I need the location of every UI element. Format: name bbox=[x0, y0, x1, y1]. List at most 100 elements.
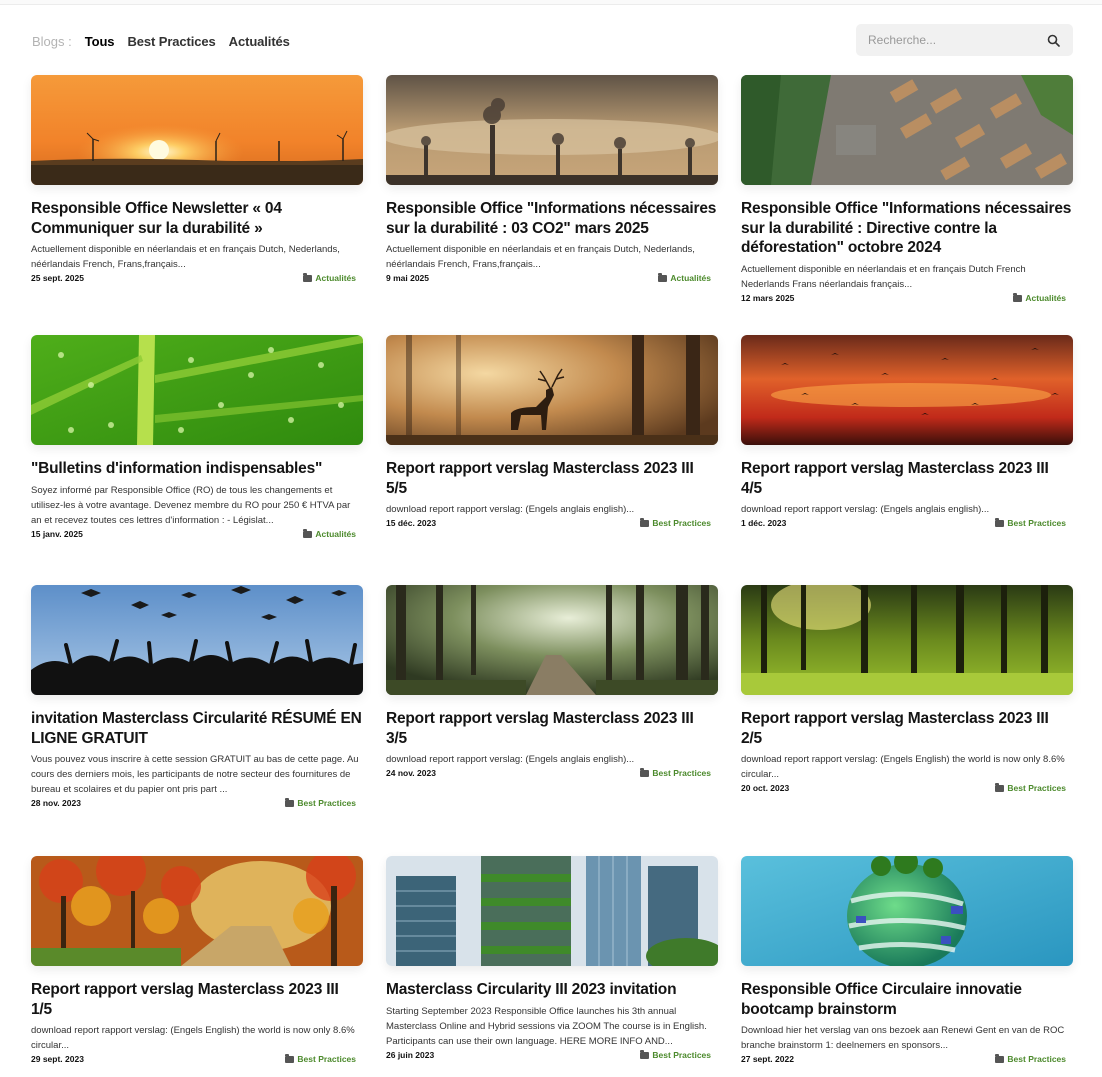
post-meta: 25 sept. 2025 Actualités bbox=[31, 273, 363, 283]
post-excerpt: Starting September 2023 Responsible Offi… bbox=[386, 1005, 707, 1047]
post-excerpt: download report rapport verslag: (Engels… bbox=[386, 754, 635, 765]
post-date: 20 oct. 2023 bbox=[741, 783, 790, 793]
post-meta: 28 nov. 2023 Best Practices bbox=[31, 798, 363, 808]
post-excerpt: download report rapport verslag: (Engels… bbox=[386, 504, 635, 515]
post-category-link[interactable]: Actualités bbox=[1013, 292, 1066, 303]
filter-news[interactable]: Actualités bbox=[229, 34, 290, 49]
post-meta: 12 mars 2025 Actualités bbox=[741, 292, 1073, 303]
post-card[interactable]: Report rapport verslag Masterclass 2023 … bbox=[386, 585, 718, 778]
post-title[interactable]: Responsible Office "Informations nécessa… bbox=[386, 199, 718, 238]
post-date: 28 nov. 2023 bbox=[31, 798, 81, 808]
post-title[interactable]: Masterclass Circularity III 2023 invitat… bbox=[386, 980, 718, 1000]
search-box bbox=[856, 24, 1073, 56]
post-excerpt: download report rapport verslag: (Engels… bbox=[31, 1025, 355, 1051]
post-meta: 24 nov. 2023 Best Practices bbox=[386, 768, 718, 778]
post-date: 26 juin 2023 bbox=[386, 1049, 435, 1060]
post-thumbnail-smoke-stacks[interactable] bbox=[386, 75, 718, 185]
post-title[interactable]: Report rapport verslag Masterclass 2023 … bbox=[386, 459, 718, 498]
post-title[interactable]: invitation Masterclass Circularité RÉSUM… bbox=[31, 709, 363, 748]
post-card[interactable]: Report rapport verslag Masterclass 2023 … bbox=[741, 585, 1073, 793]
post-date: 15 janv. 2025 bbox=[31, 528, 83, 539]
post-date: 27 sept. 2022 bbox=[741, 1054, 794, 1064]
post-card[interactable]: Responsible Office "Informations nécessa… bbox=[386, 75, 718, 283]
post-thumbnail-logging-aerial[interactable] bbox=[741, 75, 1073, 185]
post-meta: 9 mai 2025 Actualités bbox=[386, 273, 718, 283]
folder-icon bbox=[285, 798, 295, 807]
post-category-link[interactable]: Best Practices bbox=[995, 783, 1066, 793]
post-category-label: Best Practices bbox=[1007, 783, 1066, 793]
post-thumbnail-green-leaf[interactable] bbox=[31, 335, 363, 445]
post-category-link[interactable]: Best Practices bbox=[995, 518, 1066, 528]
post-card[interactable]: Masterclass Circularity III 2023 invitat… bbox=[386, 856, 718, 1060]
post-card[interactable]: Responsible Office "Informations nécessa… bbox=[741, 75, 1073, 303]
post-category-label: Best Practices bbox=[1007, 1054, 1066, 1064]
post-title[interactable]: "Bulletins d'information indispensables" bbox=[31, 459, 363, 479]
post-category-link[interactable]: Best Practices bbox=[640, 1049, 711, 1060]
folder-icon bbox=[303, 528, 313, 538]
post-category-link[interactable]: Actualités bbox=[303, 273, 356, 283]
folder-icon bbox=[1013, 292, 1023, 302]
post-excerpt: Soyez informé par Responsible Office (RO… bbox=[31, 484, 351, 526]
post-excerpt: Actuellement disponible en néerlandais e… bbox=[31, 244, 340, 270]
post-category-label: Actualités bbox=[1025, 292, 1066, 303]
post-thumbnail-green-globe[interactable] bbox=[741, 856, 1073, 966]
post-excerpt: Vous pouvez vous inscrire à cette sessio… bbox=[31, 754, 359, 795]
post-date: 15 déc. 2023 bbox=[386, 518, 437, 528]
post-category-link[interactable]: Actualités bbox=[303, 528, 356, 539]
post-thumbnail-autumn-forest[interactable] bbox=[31, 856, 363, 966]
top-border bbox=[0, 0, 1102, 5]
post-meta: 29 sept. 2023 Best Practices bbox=[31, 1054, 363, 1064]
post-title[interactable]: Responsible Office Newsletter « 04 Commu… bbox=[31, 199, 363, 238]
filter-all[interactable]: Tous bbox=[85, 34, 115, 49]
post-card[interactable]: Responsible Office Newsletter « 04 Commu… bbox=[31, 75, 363, 283]
post-category-label: Actualités bbox=[315, 528, 356, 539]
post-title[interactable]: Report rapport verslag Masterclass 2023 … bbox=[741, 459, 1073, 498]
post-category-link[interactable]: Best Practices bbox=[640, 518, 711, 528]
filter-best-practices[interactable]: Best Practices bbox=[127, 34, 215, 49]
post-title[interactable]: Responsible Office "Informations nécessa… bbox=[741, 199, 1073, 258]
post-card[interactable]: invitation Masterclass Circularité RÉSUM… bbox=[31, 585, 363, 808]
post-category-link[interactable]: Best Practices bbox=[640, 768, 711, 778]
post-card[interactable]: Report rapport verslag Masterclass 2023 … bbox=[386, 335, 718, 528]
filter-label: Blogs : bbox=[32, 33, 72, 49]
post-card[interactable]: Report rapport verslag Masterclass 2023 … bbox=[31, 856, 363, 1064]
search-icon[interactable] bbox=[1045, 32, 1061, 48]
post-excerpt: download report rapport verslag: (Engels… bbox=[741, 504, 990, 515]
folder-icon bbox=[995, 1054, 1005, 1063]
post-excerpt: Actuellement disponible en néerlandais e… bbox=[386, 244, 695, 270]
post-date: 9 mai 2025 bbox=[386, 273, 430, 283]
post-thumbnail-birds-red-sky[interactable] bbox=[741, 335, 1073, 445]
post-thumbnail-green-buildings[interactable] bbox=[386, 856, 718, 966]
post-category-link[interactable]: Best Practices bbox=[995, 1054, 1066, 1064]
post-title[interactable]: Responsible Office Circulaire innovatie … bbox=[741, 980, 1073, 1019]
post-excerpt: Download hier het verslag van ons bezoek… bbox=[741, 1025, 1065, 1051]
post-thumbnail-sunlit-forest[interactable] bbox=[741, 585, 1073, 695]
post-thumbnail-forest-path[interactable] bbox=[386, 585, 718, 695]
post-date: 25 sept. 2025 bbox=[31, 273, 84, 283]
blog-filter-bar: Blogs : Tous Best Practices Actualités bbox=[32, 30, 290, 52]
post-thumbnail-sunset-wind-turbines[interactable] bbox=[31, 75, 363, 185]
post-excerpt: download report rapport verslag: (Engels… bbox=[741, 754, 1065, 780]
post-thumbnail-deer-forest[interactable] bbox=[386, 335, 718, 445]
folder-icon bbox=[640, 518, 650, 527]
post-category-link[interactable]: Actualités bbox=[658, 273, 711, 283]
folder-icon bbox=[285, 1054, 295, 1063]
post-title[interactable]: Report rapport verslag Masterclass 2023 … bbox=[741, 709, 1073, 748]
post-category-link[interactable]: Best Practices bbox=[285, 1054, 356, 1064]
post-title[interactable]: Report rapport verslag Masterclass 2023 … bbox=[31, 980, 363, 1019]
post-card[interactable]: "Bulletins d'information indispensables"… bbox=[31, 335, 363, 539]
post-category-link[interactable]: Best Practices bbox=[285, 798, 356, 808]
post-category-label: Best Practices bbox=[652, 1049, 711, 1060]
post-thumbnail-graduation-caps[interactable] bbox=[31, 585, 363, 695]
post-card[interactable]: Responsible Office Circulaire innovatie … bbox=[741, 856, 1073, 1064]
folder-icon bbox=[658, 273, 668, 282]
search-input[interactable] bbox=[868, 33, 1045, 47]
post-meta: 20 oct. 2023 Best Practices bbox=[741, 783, 1073, 793]
post-date: 1 déc. 2023 bbox=[741, 518, 787, 528]
post-card[interactable]: Report rapport verslag Masterclass 2023 … bbox=[741, 335, 1073, 528]
post-title[interactable]: Report rapport verslag Masterclass 2023 … bbox=[386, 709, 718, 748]
post-category-label: Best Practices bbox=[297, 798, 356, 808]
post-category-label: Actualités bbox=[670, 273, 711, 283]
post-date: 12 mars 2025 bbox=[741, 292, 795, 303]
folder-icon bbox=[640, 1049, 650, 1059]
